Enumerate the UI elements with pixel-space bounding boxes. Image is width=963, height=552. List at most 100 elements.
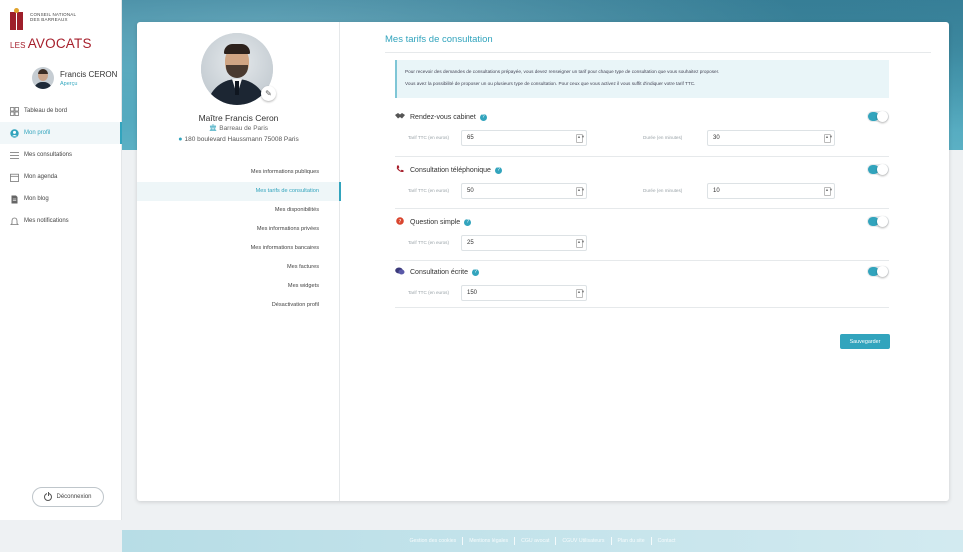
menu-item-pricing[interactable]: Mes tarifs de consultation (137, 182, 341, 201)
duration-label: Durée (en minutes) (643, 135, 683, 140)
menu-item-availability[interactable]: Mes disponibilités (137, 201, 340, 220)
service-written-consultation: Consultation écrite ? Tarif TTC (en euro… (395, 265, 889, 303)
user-name: Francis CERON (60, 70, 118, 79)
sidebar-item-consultations[interactable]: Mes consultations (0, 144, 122, 166)
menu-item-public-info[interactable]: Mes informations publiques (137, 163, 340, 182)
logout-label: Déconnexion (56, 494, 92, 500)
divider (395, 307, 889, 308)
price-input[interactable]: 25 ▲▼ (461, 235, 587, 251)
service-toggle[interactable] (867, 266, 889, 277)
divider (395, 156, 889, 157)
logo-subtitle: Conseil national des barreaux (30, 12, 77, 22)
duration-input[interactable]: 30 ▲▼ (707, 130, 835, 146)
document-icon (9, 194, 19, 204)
footer: Gestion des cookies Mentions légales CGU… (122, 530, 963, 552)
sidebar-item-label: Mon profil (24, 130, 51, 136)
footer-link-contact[interactable]: Contact (652, 538, 682, 544)
preview-link[interactable]: Aperçu (60, 81, 77, 87)
left-sidebar: Conseil national des barreaux LES AVOCATS… (0, 0, 122, 520)
profile-menu: Mes informations publiques Mes tarifs de… (137, 163, 341, 315)
duration-label: Durée (en minutes) (643, 188, 683, 193)
price-label: Tarif TTC (en euros) (408, 240, 450, 245)
stepper-icon[interactable]: ▲▼ (576, 134, 585, 143)
price-label: Tarif TTC (en euros) (408, 290, 450, 295)
logout-button[interactable]: Déconnexion (32, 487, 104, 507)
footer-link-cgu-lawyer[interactable]: CGU avocat (515, 538, 555, 544)
price-input[interactable]: 65 ▲▼ (461, 130, 587, 146)
divider (395, 260, 889, 261)
pencil-icon: ✎ (265, 89, 272, 98)
price-input[interactable]: 50 ▲▼ (461, 183, 587, 199)
service-toggle[interactable] (867, 111, 889, 122)
help-icon[interactable]: ? (479, 113, 487, 121)
page-title: Mes tarifs de consultation (385, 34, 493, 45)
user-circle-icon (9, 128, 19, 138)
footer-link-legal[interactable]: Mentions légales (463, 538, 514, 544)
stepper-icon[interactable]: ▲▼ (576, 187, 585, 196)
sidebar-nav: Tableau de bord Mon profil Mes consultat… (0, 100, 122, 232)
sidebar-item-blog[interactable]: Mon blog (0, 188, 122, 210)
list-icon (9, 150, 19, 160)
price-label: Tarif TTC (en euros) (408, 188, 450, 193)
handshake-icon (395, 112, 405, 122)
cnb-logo[interactable]: Conseil national des barreaux LES AVOCATS (8, 8, 118, 52)
divider (385, 52, 931, 53)
menu-item-widgets[interactable]: Mes widgets (137, 277, 340, 296)
service-name: Consultation téléphonique (410, 166, 491, 174)
bar-association: 🏛 Barreau de Paris (208, 125, 269, 132)
service-toggle[interactable] (867, 164, 889, 175)
help-icon[interactable]: ? (464, 218, 472, 226)
office-address: ● 180 boulevard Haussmann 75008 Paris (178, 136, 299, 143)
save-button[interactable]: Sauvegarder (840, 334, 890, 349)
stepper-icon[interactable]: ▲▼ (824, 187, 833, 196)
bell-icon (9, 216, 19, 226)
footer-link-sitemap[interactable]: Plan du site (612, 538, 651, 544)
service-name: Consultation écrite (410, 268, 468, 276)
phone-icon (395, 165, 405, 175)
edit-photo-button[interactable]: ✎ (261, 86, 276, 101)
menu-item-invoices[interactable]: Mes factures (137, 258, 340, 277)
menu-item-bank-info[interactable]: Mes informations bancaires (137, 239, 340, 258)
sidebar-item-label: Tableau de bord (24, 108, 68, 114)
service-name: Rendez-vous cabinet (410, 113, 476, 121)
map-pin-icon: ● (178, 136, 183, 143)
help-icon[interactable]: ? (471, 268, 479, 276)
chat-icon (395, 267, 405, 277)
dashboard-icon (9, 106, 19, 116)
footer-link-cguv-users[interactable]: CGUV Utilisateurs (556, 538, 610, 544)
profile-card: ✎ Maître Francis Ceron 🏛 Barreau de Paris… (137, 22, 949, 501)
logo-brand: LES AVOCATS (10, 36, 92, 51)
sidebar-item-label: Mes consultations (24, 152, 73, 158)
courthouse-icon: 🏛 (208, 125, 218, 132)
logo-mark-icon (10, 8, 24, 30)
calendar-icon (9, 172, 19, 182)
sidebar-item-label: Mon agenda (24, 174, 58, 180)
divider (395, 208, 889, 209)
price-input[interactable]: 150 ▲▼ (461, 285, 587, 301)
stepper-icon[interactable]: ▲▼ (824, 134, 833, 143)
help-icon[interactable]: ? (494, 166, 502, 174)
price-label: Tarif TTC (en euros) (408, 135, 450, 140)
duration-input[interactable]: 10 ▲▼ (707, 183, 835, 199)
question-icon: ? (395, 217, 405, 227)
service-office-meeting: Rendez-vous cabinet ? Tarif TTC (en euro… (395, 110, 889, 148)
service-phone-consultation: Consultation téléphonique ? Tarif TTC (e… (395, 163, 889, 201)
avatar (32, 67, 54, 89)
menu-item-deactivate[interactable]: Désactivation profil (137, 296, 340, 315)
info-text-2: Vous avez la possibilité de proposer un … (405, 81, 696, 86)
stepper-icon[interactable]: ▲▼ (576, 289, 585, 298)
service-name: Question simple (410, 218, 461, 226)
service-simple-question: ? Question simple ? Tarif TTC (en euros)… (395, 215, 889, 253)
service-toggle[interactable] (867, 216, 889, 227)
info-text-1: Pour recevoir des demandes de consultati… (405, 69, 720, 74)
user-summary[interactable]: Francis CERON Aperçu (0, 64, 122, 96)
stepper-icon[interactable]: ▲▼ (576, 239, 585, 248)
sidebar-item-dashboard[interactable]: Tableau de bord (0, 100, 122, 122)
menu-item-private-info[interactable]: Mes informations privées (137, 220, 340, 239)
svg-text:?: ? (399, 219, 402, 225)
sidebar-item-notifications[interactable]: Mes notifications (0, 210, 122, 232)
sidebar-item-label: Mes notifications (24, 218, 69, 224)
footer-link-cookies[interactable]: Gestion des cookies (403, 538, 462, 544)
sidebar-item-agenda[interactable]: Mon agenda (0, 166, 122, 188)
sidebar-item-profile[interactable]: Mon profil (0, 122, 122, 144)
